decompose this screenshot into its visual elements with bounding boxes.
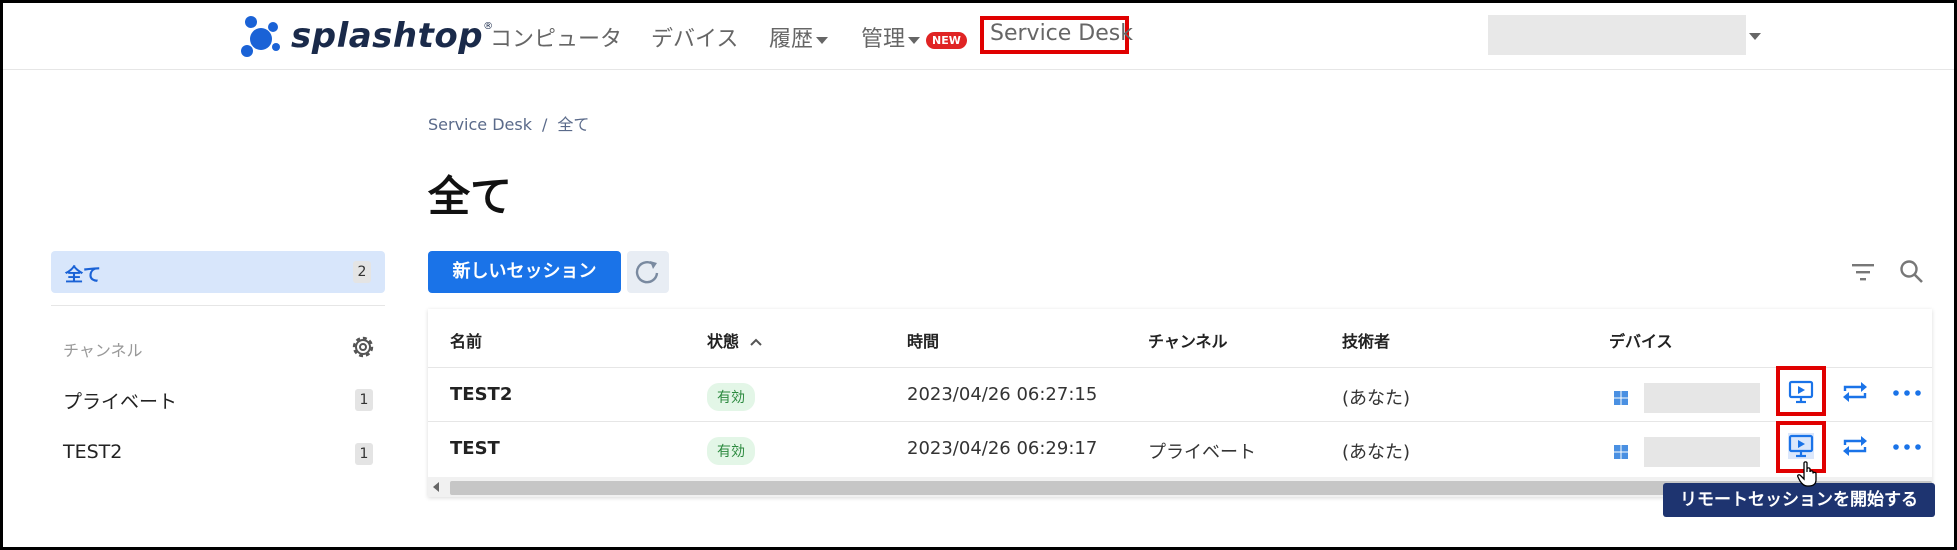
sessions-table: 名前 状態 時間 チャンネル 技術者 デバイス TEST2 有効 2023/04… xyxy=(428,309,1932,497)
remote-session-icon[interactable] xyxy=(1788,433,1814,459)
row-technician: (あなた) xyxy=(1342,442,1411,463)
column-header-device[interactable]: デバイス xyxy=(1609,328,1673,352)
splashtop-logo[interactable]: splashtop ® xyxy=(239,13,493,59)
windows-icon xyxy=(1614,391,1628,405)
row-name: TEST2 xyxy=(450,384,513,405)
breadcrumb-root[interactable]: Service Desk xyxy=(428,115,532,134)
new-badge: NEW xyxy=(926,31,967,49)
page-frame: splashtop ® コンピュータ デバイス 履歴 管理 NEW Service… xyxy=(0,0,1957,550)
sidebar-divider xyxy=(51,305,385,306)
transfer-icon[interactable] xyxy=(1841,379,1869,405)
sort-ascending-icon xyxy=(749,338,762,346)
sidebar-item-label: 全て xyxy=(65,265,101,286)
row-time: 2023/04/26 06:27:15 xyxy=(907,384,1098,405)
sidebar-item-label: プライベート xyxy=(63,391,178,413)
count-badge: 1 xyxy=(355,443,373,465)
row-channel: プライベート xyxy=(1148,442,1256,463)
sidebar-item-label: TEST2 xyxy=(63,441,123,463)
row-technician: (あなた) xyxy=(1342,388,1411,409)
refresh-icon xyxy=(635,260,659,284)
breadcrumb: Service Desk / 全て xyxy=(428,111,589,135)
breadcrumb-separator: / xyxy=(541,115,548,134)
scroll-left-arrow[interactable] xyxy=(433,482,439,492)
count-badge: 2 xyxy=(353,261,371,283)
transfer-icon[interactable] xyxy=(1841,433,1869,459)
nav-computers[interactable]: コンピュータ xyxy=(490,21,622,53)
header-divider xyxy=(428,367,1932,368)
chevron-down-icon[interactable] xyxy=(1749,33,1761,40)
count-badge: 1 xyxy=(355,389,373,411)
column-header-status-label: 状態 xyxy=(707,332,740,351)
column-header-status[interactable]: 状態 xyxy=(707,328,763,352)
nav-management-label: 管理 xyxy=(861,27,906,52)
column-header-channel[interactable]: チャンネル xyxy=(1148,328,1228,352)
row-time: 2023/04/26 06:29:17 xyxy=(907,438,1098,459)
row-name: TEST xyxy=(450,438,500,459)
channel-heading: チャンネル xyxy=(63,341,143,360)
status-badge: 有効 xyxy=(707,383,755,411)
top-navbar: splashtop ® コンピュータ デバイス 履歴 管理 NEW Service… xyxy=(3,3,1954,70)
chevron-down-icon xyxy=(908,36,921,44)
tooltip: リモートセッションを開始する xyxy=(1663,483,1935,517)
splashtop-logo-icon xyxy=(241,16,280,57)
user-account-menu[interactable] xyxy=(1488,15,1746,55)
breadcrumb-current: 全て xyxy=(557,115,590,134)
nav-history[interactable]: 履歴 xyxy=(769,21,829,53)
column-header-technician[interactable]: 技術者 xyxy=(1342,328,1390,352)
device-name xyxy=(1644,437,1760,467)
nav-devices[interactable]: デバイス xyxy=(651,21,738,53)
status-badge: 有効 xyxy=(707,437,755,465)
remote-session-icon[interactable] xyxy=(1788,379,1814,405)
nav-service-desk[interactable]: Service Desk xyxy=(990,21,1133,46)
nav-management[interactable]: 管理 NEW xyxy=(861,21,967,53)
page-title: 全て xyxy=(428,172,513,221)
more-icon[interactable] xyxy=(1892,443,1922,451)
more-icon[interactable] xyxy=(1892,389,1922,397)
column-header-time[interactable]: 時間 xyxy=(907,328,939,352)
chevron-down-icon xyxy=(816,36,829,44)
search-icon[interactable] xyxy=(1899,259,1925,285)
windows-icon xyxy=(1614,445,1628,459)
row-divider xyxy=(428,421,1932,422)
column-header-name[interactable]: 名前 xyxy=(450,328,482,352)
gear-icon[interactable] xyxy=(349,333,377,361)
logo-text: splashtop xyxy=(291,16,484,56)
refresh-button[interactable] xyxy=(627,251,669,293)
hand-cursor-icon xyxy=(1797,461,1817,487)
sidebar-item-all[interactable]: 全て 2 xyxy=(51,251,385,293)
nav-history-label: 履歴 xyxy=(769,27,814,52)
device-name xyxy=(1644,383,1760,413)
filter-icon[interactable] xyxy=(1851,261,1875,283)
new-session-button[interactable]: 新しいセッション xyxy=(428,251,621,293)
